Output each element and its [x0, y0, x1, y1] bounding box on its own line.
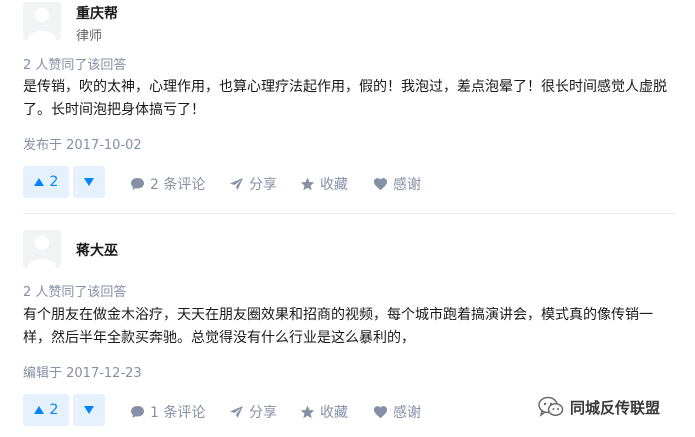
triangle-up-icon [33, 178, 44, 186]
comment-label: 1 条评论 [150, 405, 206, 421]
divider [23, 213, 675, 214]
upvote-note: 2 人赞同了该回答 [23, 285, 127, 300]
avatar[interactable] [23, 230, 61, 268]
author-title: 律师 [76, 29, 103, 44]
collect-button[interactable]: 收藏 [300, 174, 348, 194]
watermark: 同城反传联盟 [538, 396, 660, 418]
avatar[interactable] [23, 2, 61, 40]
collect-label: 收藏 [320, 177, 348, 193]
downvote-button[interactable] [73, 394, 105, 426]
upvote-button[interactable]: 2 [23, 166, 69, 198]
comment-button[interactable]: 1 条评论 [130, 402, 205, 422]
watermark-text: 同城反传联盟 [570, 398, 661, 417]
author-name[interactable]: 蒋大巫 [76, 240, 118, 260]
share-label: 分享 [249, 405, 277, 421]
default-avatar-icon [23, 2, 61, 40]
star-icon [300, 405, 315, 419]
share-button[interactable]: 分享 [229, 402, 277, 422]
paper-plane-icon [230, 178, 243, 190]
author-name[interactable]: 重庆帮 [76, 3, 118, 23]
comment-bubble-icon [131, 406, 144, 418]
vote-count: 2 [49, 402, 59, 418]
triangle-down-icon [84, 178, 94, 186]
paper-plane-icon [230, 406, 243, 418]
heart-icon [373, 406, 388, 419]
answer-content: 有个朋友在做金木浴疗，天天在朋友圈效果和招商的视频，每个城市跑着搞演讲会，模式真… [23, 307, 653, 346]
answer-date[interactable]: 编辑于 2017-12-23 [23, 362, 142, 381]
thanks-label: 感谢 [393, 177, 421, 193]
default-avatar-icon [23, 230, 61, 268]
downvote-button[interactable] [73, 166, 105, 198]
share-button[interactable]: 分享 [229, 174, 277, 194]
thanks-label: 感谢 [393, 405, 421, 421]
collect-label: 收藏 [320, 405, 348, 421]
vote-count: 2 [49, 174, 59, 190]
heart-icon [373, 178, 388, 191]
thanks-button[interactable]: 感谢 [373, 174, 421, 194]
collect-button[interactable]: 收藏 [300, 402, 348, 422]
triangle-down-icon [84, 406, 94, 414]
triangle-up-icon [33, 406, 44, 414]
upvote-note: 2 人赞同了该回答 [23, 58, 127, 73]
upvote-button[interactable]: 2 [23, 394, 69, 426]
answer-date[interactable]: 发布于 2017-10-02 [23, 134, 142, 153]
comment-label: 2 条评论 [150, 177, 206, 193]
thanks-button[interactable]: 感谢 [373, 402, 421, 422]
comment-bubble-icon [131, 178, 144, 190]
comment-button[interactable]: 2 条评论 [130, 174, 205, 194]
share-label: 分享 [249, 177, 277, 193]
answer-content: 是传销，吹的太神，心理作用，也算心理疗法起作用，假的！我泡过，差点泡晕了！很长时… [23, 79, 667, 118]
star-icon [300, 177, 315, 191]
wechat-icon [538, 396, 564, 417]
